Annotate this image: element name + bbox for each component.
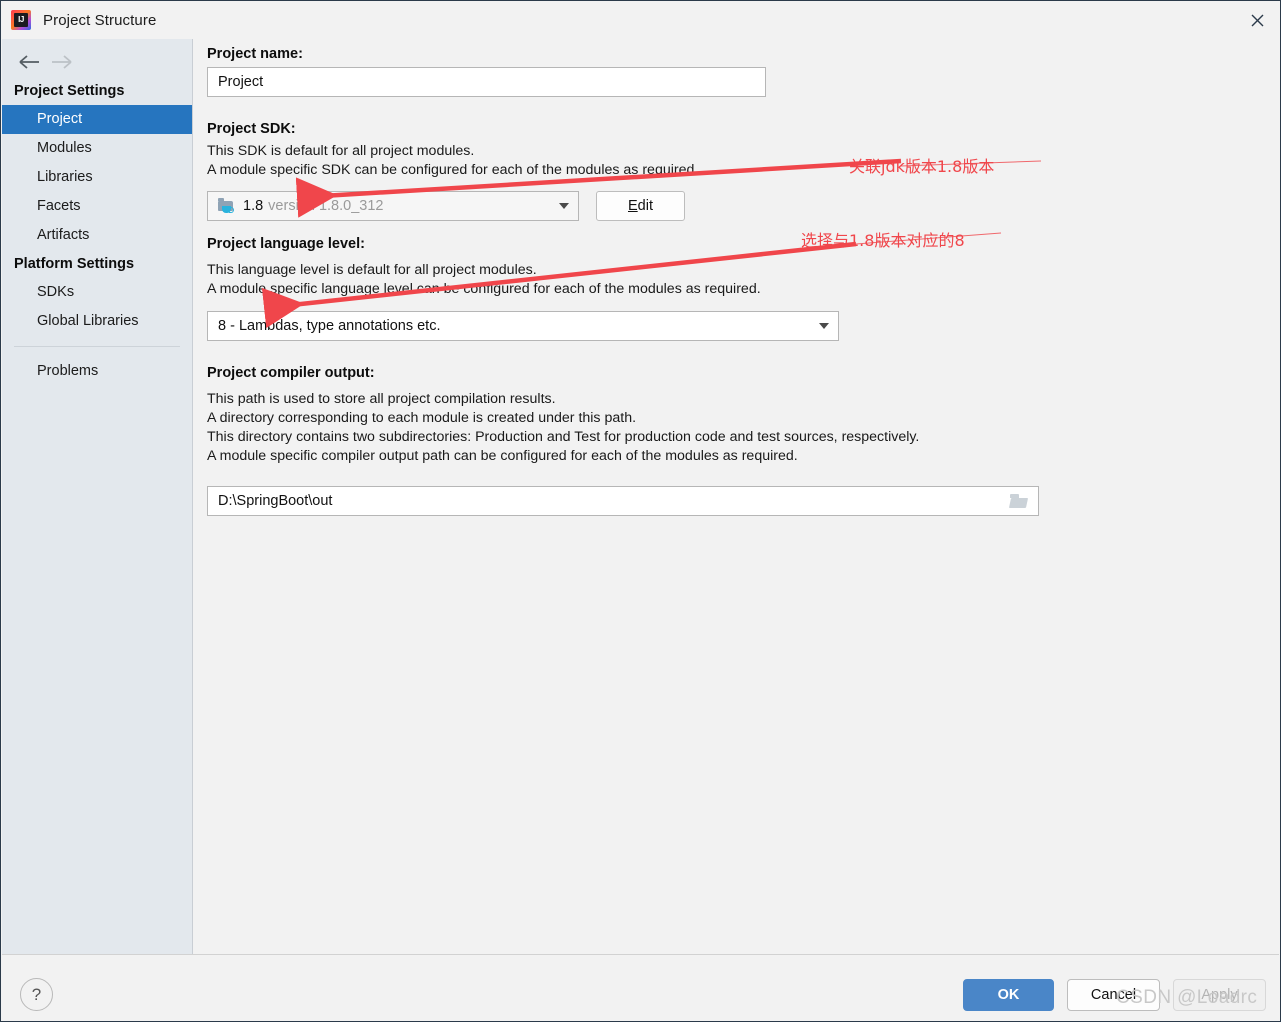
title-bar: Project Structure <box>1 1 1280 39</box>
arrow-right-icon <box>46 51 78 73</box>
annotation-text-language-level: 选择与1.8版本对应的8 <box>801 231 965 250</box>
chevron-down-icon[interactable] <box>550 192 578 220</box>
intellij-idea-icon <box>11 10 31 30</box>
main-pane: Project name: Project Project SDK: This … <box>194 39 1279 955</box>
arrow-left-icon[interactable] <box>14 51 46 73</box>
sidebar: Project Settings Project Modules Librari… <box>2 39 193 955</box>
sidebar-item-artifacts[interactable]: Artifacts <box>2 221 192 250</box>
sidebar-divider <box>14 346 180 347</box>
project-sdk-version: version 1.8.0_312 <box>268 198 384 214</box>
project-sdk-desc-line2: A module specific SDK can be configured … <box>207 162 699 178</box>
project-name-label: Project name: <box>207 46 303 62</box>
project-sdk-name: 1.8 <box>243 198 264 214</box>
sidebar-item-facets[interactable]: Facets <box>2 192 192 221</box>
compiler-output-desc-line1: This path is used to store all project c… <box>207 391 556 407</box>
ok-button[interactable]: OK <box>963 979 1054 1011</box>
project-sdk-label: Project SDK: <box>207 121 296 137</box>
sidebar-section-project-settings: Project Settings <box>14 83 125 99</box>
edit-button-rest: dit <box>637 198 653 214</box>
chevron-down-icon[interactable] <box>810 312 838 340</box>
project-sdk-dropdown[interactable]: 1.8 version 1.8.0_312 <box>207 191 579 221</box>
language-level-desc-line1: This language level is default for all p… <box>207 262 537 278</box>
sidebar-item-project[interactable]: Project <box>2 105 192 134</box>
project-sdk-desc-line1: This SDK is default for all project modu… <box>207 143 475 159</box>
compiler-output-input[interactable]: D:\SpringBoot\out <box>207 486 1039 516</box>
project-name-input[interactable]: Project <box>207 67 766 97</box>
help-button[interactable]: ? <box>20 978 53 1011</box>
language-level-label: Project language level: <box>207 236 365 252</box>
sidebar-item-sdks[interactable]: SDKs <box>2 278 192 307</box>
close-icon[interactable] <box>1234 1 1280 39</box>
sidebar-item-problems[interactable]: Problems <box>2 357 192 386</box>
sidebar-item-modules[interactable]: Modules <box>2 134 192 163</box>
edit-sdk-button[interactable]: Edit <box>596 191 685 221</box>
edit-button-mnemonic: E <box>628 198 638 214</box>
compiler-output-desc-line3: This directory contains two subdirectori… <box>207 429 920 445</box>
navigation-row <box>2 47 192 77</box>
annotation-text-sdk: 关联jdk版本1.8版本 <box>849 157 995 176</box>
sidebar-item-libraries[interactable]: Libraries <box>2 163 192 192</box>
watermark: CSDN @Loadrc <box>1116 987 1258 1008</box>
sidebar-item-global-libraries[interactable]: Global Libraries <box>2 307 192 336</box>
language-level-desc-line2: A module specific language level can be … <box>207 281 761 297</box>
compiler-output-desc-line4: A module specific compiler output path c… <box>207 448 798 464</box>
project-structure-dialog: Project Structure Project Settings Proje… <box>0 0 1281 1022</box>
sidebar-section-platform-settings: Platform Settings <box>14 256 135 272</box>
java-sdk-folder-icon <box>218 197 235 214</box>
compiler-output-label: Project compiler output: <box>207 365 375 381</box>
compiler-output-desc-line2: A directory corresponding to each module… <box>207 410 637 426</box>
language-level-dropdown[interactable]: 8 - Lambdas, type annotations etc. <box>207 311 839 341</box>
compiler-output-value: D:\SpringBoot\out <box>218 493 333 509</box>
language-level-value: 8 - Lambdas, type annotations etc. <box>218 318 441 334</box>
window-title: Project Structure <box>43 11 157 29</box>
folder-browse-icon[interactable] <box>1008 494 1029 508</box>
